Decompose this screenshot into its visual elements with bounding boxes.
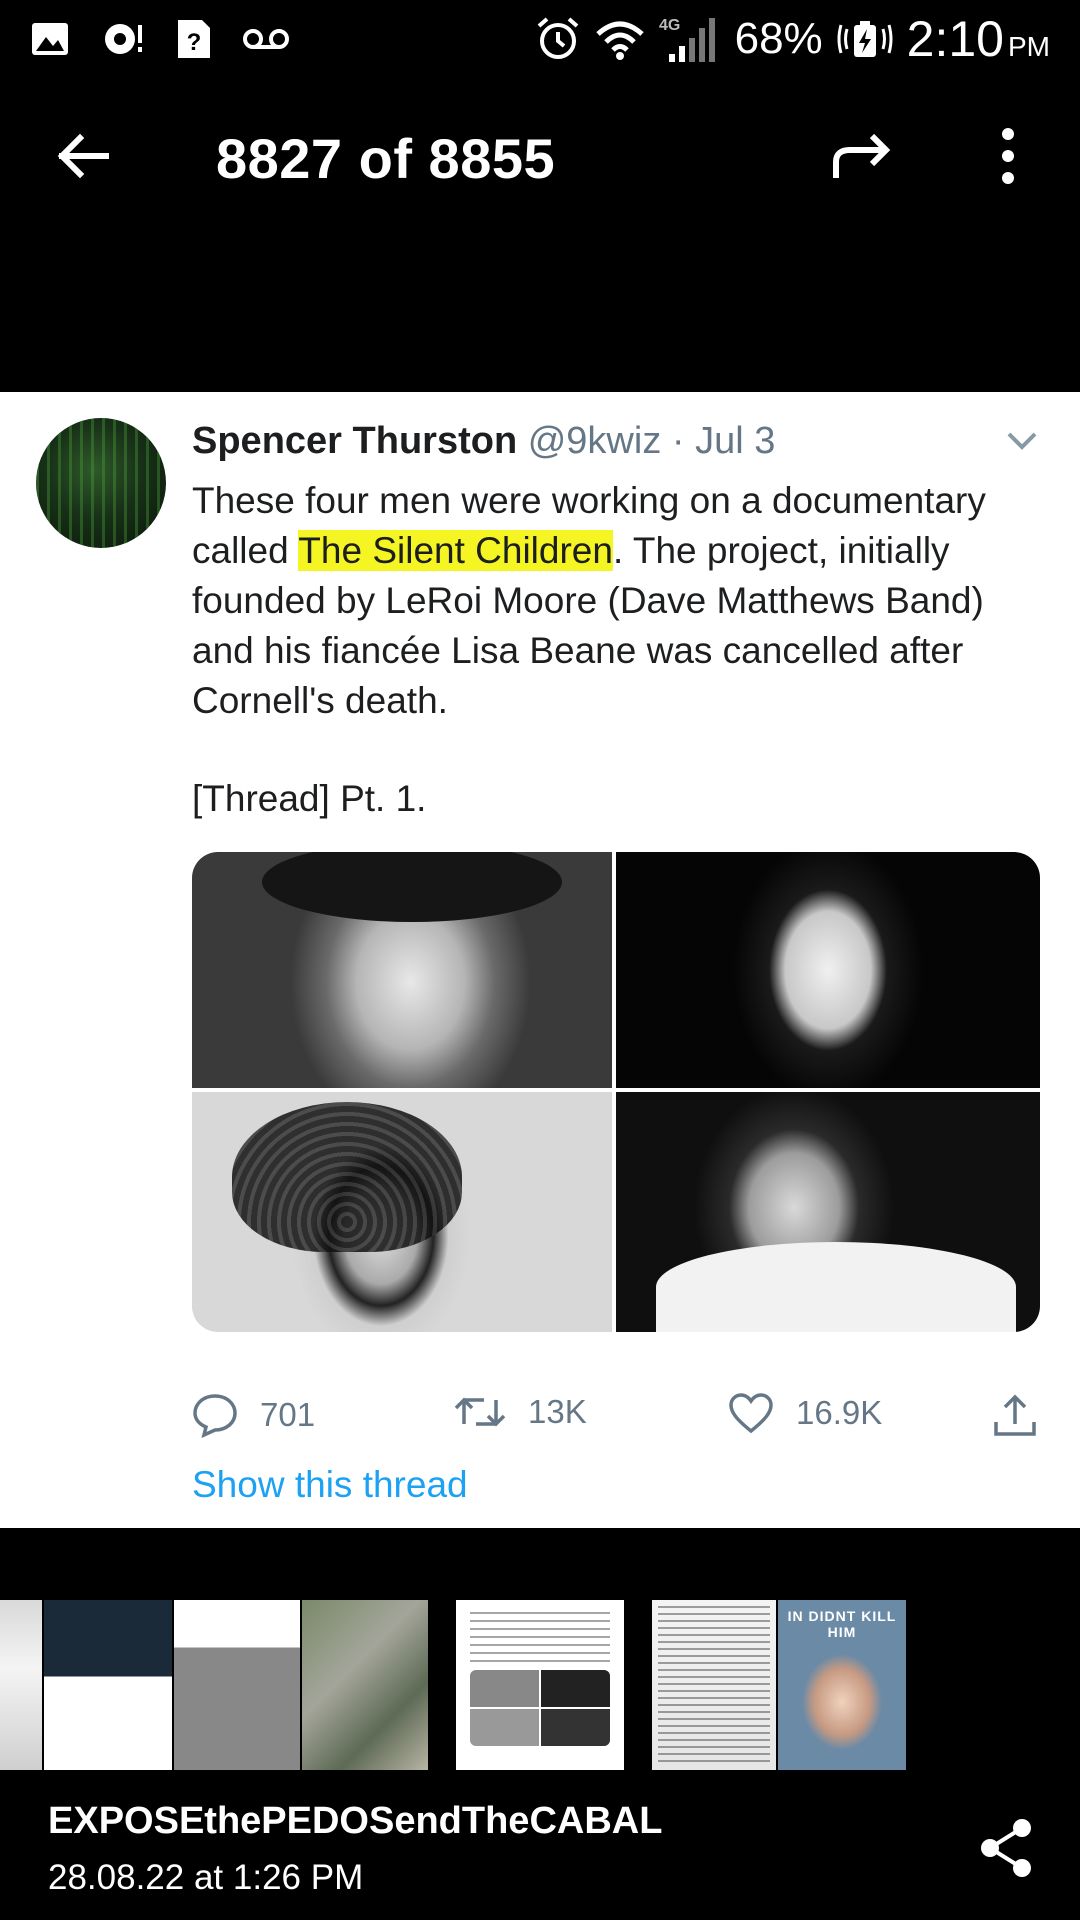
clock: 2:10 PM [906, 11, 1050, 67]
reply-count: 701 [260, 1396, 316, 1433]
battery-charging-icon [837, 17, 893, 61]
image-icon [30, 19, 70, 59]
heart-icon [728, 1392, 774, 1434]
chat-name: EXPOSEthePEDOSendTheCABAL [48, 1800, 663, 1842]
reply-icon [192, 1392, 238, 1438]
tweet-actions: 701 13K 16.9K [192, 1392, 1052, 1452]
media-viewer-toolbar: 8827 of 8855 [0, 98, 1080, 214]
chevron-down-icon [1006, 430, 1038, 452]
tweet-author-name: Spencer Thurston [192, 420, 518, 462]
tweet-header: Spencer Thurston @9kwiz · Jul 3 [192, 420, 775, 463]
thumbnail[interactable] [652, 1600, 776, 1770]
highlighted-text: The Silent Children [298, 530, 613, 571]
like-action: 16.9K [728, 1392, 882, 1434]
voicemail-icon [242, 27, 290, 51]
status-bar: ? 4G 68% 2:10 PM [0, 0, 1080, 78]
tweet-text: These four men were working on a documen… [192, 480, 986, 721]
share-icon[interactable] [978, 1818, 1034, 1878]
thumbnail-caption: IN DIDNT KILL HIM [787, 1608, 897, 1640]
tweet-author-handle: @9kwiz [527, 420, 662, 462]
more-vert-icon[interactable] [990, 124, 1026, 188]
wifi-icon [595, 18, 645, 60]
thumbnail[interactable] [0, 1600, 42, 1770]
message-timestamp: 28.08.22 at 1:26 PM [48, 1858, 364, 1897]
retweet-count: 13K [528, 1393, 587, 1430]
thumbnail[interactable] [44, 1600, 172, 1770]
media-counter: 8827 of 8855 [216, 127, 556, 190]
tweet-screenshot[interactable]: Spencer Thurston @9kwiz · Jul 3 These fo… [0, 392, 1080, 1528]
battery-percent: 68% [734, 14, 823, 63]
thumbnail-strip: IN DIDNT KILL HIM [0, 1600, 1080, 1770]
tweet-photo [616, 852, 1040, 1088]
show-thread-link: Show this thread [192, 1464, 468, 1505]
thread-label: [Thread] Pt. 1. [192, 778, 427, 819]
sync-icon [100, 19, 146, 59]
alarm-icon [535, 16, 581, 62]
thumbnail-current[interactable] [456, 1600, 624, 1770]
avatar [36, 418, 166, 548]
share-action [992, 1392, 1038, 1438]
tweet-photo [192, 1092, 612, 1332]
thumbnail[interactable] [174, 1600, 300, 1770]
thumbnail[interactable] [302, 1600, 428, 1770]
signal-icon: 4G [659, 14, 721, 64]
reply-action: 701 [192, 1392, 315, 1438]
retweet-action: 13K [454, 1392, 587, 1432]
tweet-separator: · [671, 420, 685, 462]
back-arrow-icon[interactable] [52, 126, 112, 186]
help-icon: ? [176, 18, 212, 60]
forward-share-icon[interactable] [830, 128, 896, 184]
like-count: 16.9K [796, 1394, 883, 1431]
svg-text:?: ? [187, 29, 202, 56]
upload-icon [992, 1392, 1038, 1438]
tweet-photo [616, 1092, 1040, 1332]
tweet-date: Jul 3 [695, 420, 776, 462]
thumbnail[interactable]: IN DIDNT KILL HIM [778, 1600, 906, 1770]
retweet-icon [454, 1392, 506, 1432]
tweet-photo-grid [192, 852, 1040, 1332]
network-type-label: 4G [659, 17, 680, 34]
tweet-photo [192, 852, 612, 1088]
